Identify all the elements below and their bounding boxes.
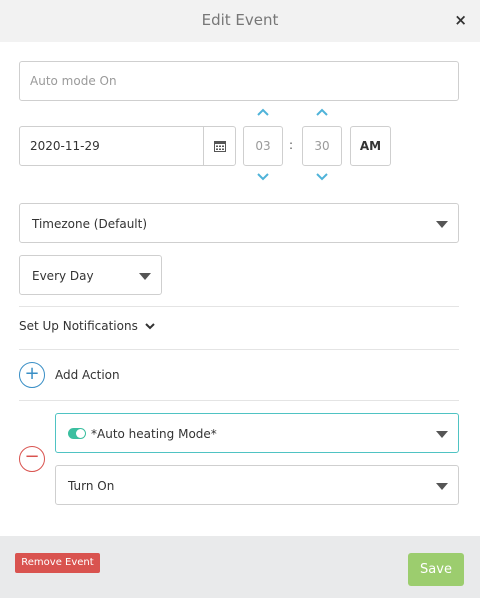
caret-down-icon (436, 483, 448, 490)
device-value: *Auto heating Mode* (91, 427, 217, 441)
command-value: Turn On (68, 479, 115, 493)
chevron-down-icon (144, 323, 155, 330)
calendar-icon (214, 141, 226, 152)
save-button[interactable]: Save (408, 553, 464, 586)
notifications-toggle[interactable]: Set Up Notifications (19, 319, 156, 333)
toggle-icon (68, 428, 86, 439)
event-name-input[interactable]: Auto mode On (19, 61, 459, 101)
close-icon[interactable]: × (454, 12, 467, 28)
add-action-button[interactable]: + (19, 362, 45, 388)
divider (19, 400, 459, 401)
minute-down-chevron-icon[interactable] (315, 172, 329, 181)
minute-up-chevron-icon[interactable] (315, 108, 329, 117)
dialog-header: Edit Event × (0, 0, 480, 42)
dialog-title: Edit Event (201, 11, 279, 29)
repeat-select[interactable]: Every Day (19, 255, 162, 295)
minute-input[interactable]: 30 (302, 126, 342, 166)
repeat-value: Every Day (32, 269, 94, 283)
command-select[interactable]: Turn On (55, 465, 459, 505)
device-select[interactable]: *Auto heating Mode* (55, 413, 459, 453)
timezone-value: Timezone (Default) (32, 217, 148, 231)
add-action-label[interactable]: Add Action (55, 368, 120, 382)
caret-down-icon (139, 273, 151, 280)
calendar-button[interactable] (203, 127, 235, 165)
remove-action-button[interactable]: − (19, 446, 45, 472)
hour-input[interactable]: 03 (243, 126, 283, 166)
hour-up-chevron-icon[interactable] (256, 108, 270, 117)
time-separator: : (289, 138, 294, 152)
caret-down-icon (436, 221, 448, 228)
divider (19, 349, 459, 350)
date-field[interactable]: 2020-11-29 (19, 126, 236, 166)
event-name-placeholder: Auto mode On (30, 74, 117, 88)
ampm-toggle-button[interactable]: AM (350, 126, 391, 166)
caret-down-icon (436, 431, 448, 438)
notifications-label: Set Up Notifications (19, 319, 138, 333)
timezone-select[interactable]: Timezone (Default) (19, 203, 459, 243)
date-value: 2020-11-29 (30, 139, 100, 153)
remove-event-button[interactable]: Remove Event (15, 553, 100, 573)
divider (19, 306, 459, 307)
hour-down-chevron-icon[interactable] (256, 172, 270, 181)
